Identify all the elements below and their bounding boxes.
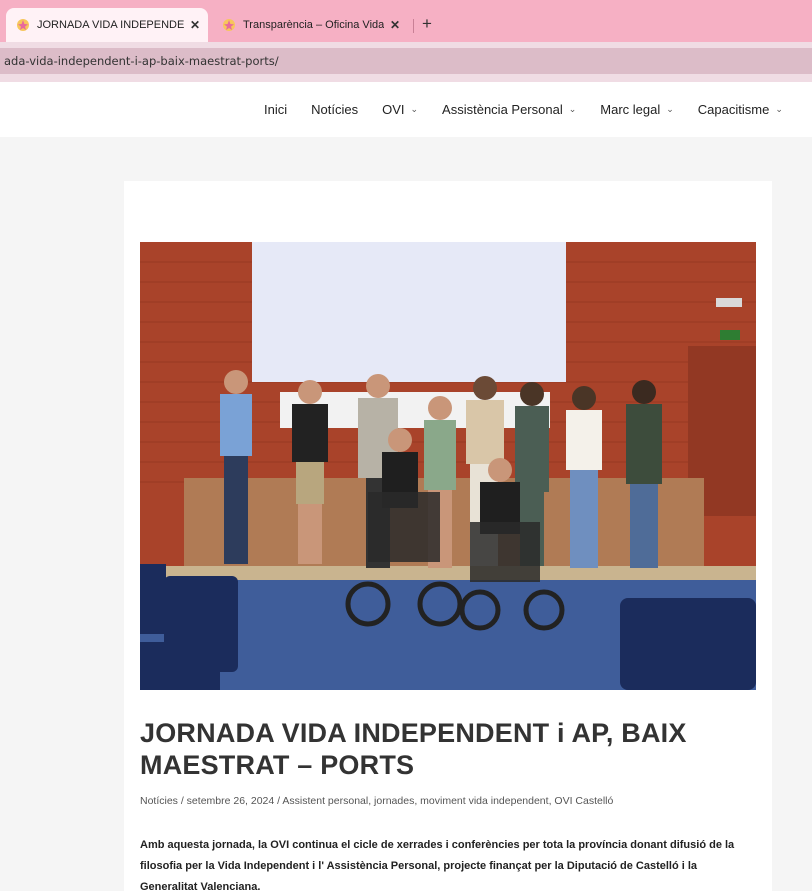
tab-jornada[interactable]: JORNADA VIDA INDEPENDENT ✕ — [6, 8, 208, 42]
nav-label: Marc legal — [600, 102, 661, 117]
post-title: JORNADA VIDA INDEPENDENT i AP, BAIX MAES… — [140, 718, 687, 780]
chevron-down-icon: ⌄ — [410, 104, 419, 114]
nav-item-ovi[interactable]: OVI ⌄ — [382, 102, 418, 117]
post-card: JORNADA VIDA INDEPENDENT i AP, BAIX MAES… — [124, 181, 772, 891]
nav-item-marc-legal[interactable]: Marc legal ⌄ — [600, 102, 674, 117]
url-field[interactable]: ada-vida-independent-i-ap-baix-maestrat-… — [0, 48, 812, 74]
nav-label: Notícies — [311, 102, 359, 117]
nav-item-capacitisme[interactable]: Capacitisme ⌄ — [698, 102, 783, 117]
post-meta: Notícies / setembre 26, 2024 / Assistent… — [140, 795, 614, 807]
chevron-down-icon: ⌄ — [775, 104, 783, 114]
chevron-down-icon: ⌄ — [666, 104, 674, 114]
nav-item-noticies[interactable]: Notícies — [311, 102, 358, 117]
new-tab-button[interactable]: + — [422, 14, 432, 34]
chevron-down-icon: ⌄ — [568, 104, 577, 114]
main-nav: Inici Notícies OVI ⌄ Assistència Personal… — [264, 102, 807, 117]
post-excerpt: Amb aquesta jornada, la OVI continua el … — [140, 839, 735, 891]
group-photo-image[interactable] — [140, 242, 756, 690]
tab-transparencia[interactable]: Transparència – Oficina Vida Ind ✕ — [214, 8, 408, 42]
nav-item-assistencia-personal[interactable]: Assistència Personal ⌄ — [442, 102, 576, 117]
close-tab-icon[interactable]: ✕ — [190, 18, 200, 32]
site-header: Inici Notícies OVI ⌄ Assistència Personal… — [0, 82, 812, 137]
nav-label: Assistència Personal — [442, 102, 563, 117]
address-bar: ada-vida-independent-i-ap-baix-maestrat-… — [0, 42, 812, 82]
tab-title: JORNADA VIDA INDEPENDENT — [37, 19, 184, 31]
close-tab-icon[interactable]: ✕ — [390, 18, 400, 32]
site-favicon-icon — [17, 19, 29, 31]
nav-item-inici[interactable]: Inici — [264, 102, 287, 117]
nav-label: OVI — [382, 102, 405, 117]
browser-tab-bar: JORNADA VIDA INDEPENDENT ✕ Transparència… — [0, 0, 812, 42]
tab-separator — [413, 19, 414, 33]
nav-label: Capacitisme — [697, 102, 770, 117]
site-favicon-icon — [223, 19, 235, 31]
tab-title: Transparència – Oficina Vida Ind — [243, 19, 384, 31]
nav-label: Inici — [264, 102, 288, 117]
